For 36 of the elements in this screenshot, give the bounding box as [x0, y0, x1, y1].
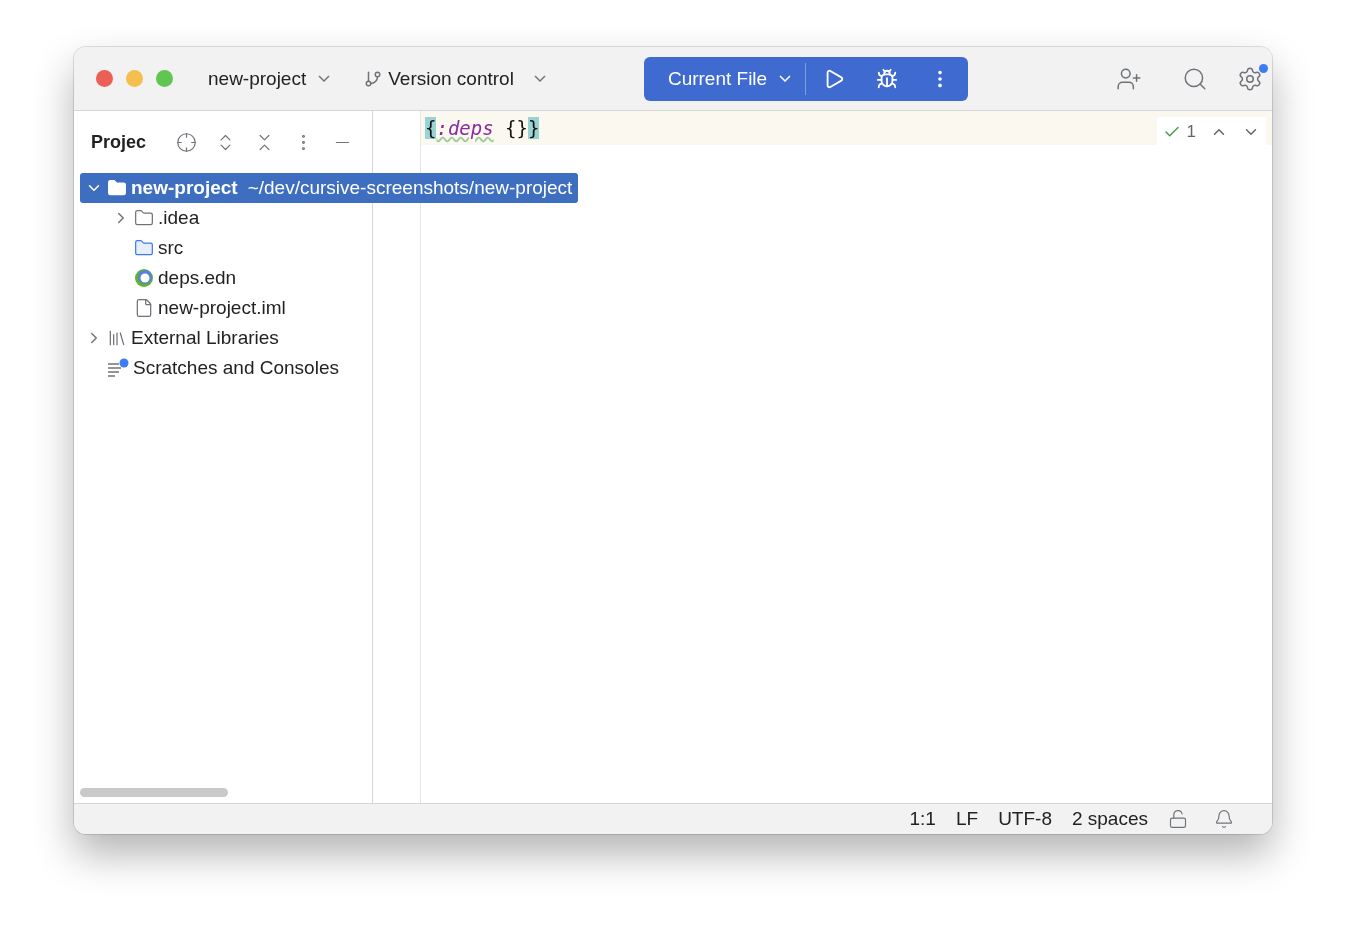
tree-item[interactable]: Scratches and Consoles [80, 353, 345, 383]
chevron-icon [533, 75, 546, 82]
close-button[interactable] [96, 70, 113, 87]
code-token: {} [504, 117, 528, 139]
status-item[interactable]: UTF-8 [998, 808, 1052, 830]
status-item[interactable]: 2 spaces [1071, 808, 1148, 830]
notifications-icon[interactable] [1214, 809, 1234, 829]
lock-icon[interactable] [1168, 809, 1188, 829]
tree-item[interactable]: deps.edn [107, 263, 243, 293]
project-dropdown[interactable]: new-project [200, 63, 339, 94]
scratches-icon [107, 358, 129, 378]
chevron-icon [318, 75, 331, 82]
run-config-dropdown[interactable]: Current File [643, 62, 807, 95]
code-token: :deps [436, 117, 494, 139]
code-token: { [425, 117, 437, 139]
folder-icon [107, 178, 127, 198]
file-icon [134, 298, 154, 318]
scrollbar[interactable] [80, 788, 228, 797]
folder-icon [134, 208, 154, 228]
library-icon [107, 328, 127, 348]
inspection-widget[interactable]: 1 [1156, 117, 1266, 147]
vcs-dropdown[interactable]: Version control [356, 63, 554, 94]
folder-icon [134, 238, 154, 258]
status-item[interactable]: 1:1 [909, 808, 936, 830]
tree-item[interactable]: External Libraries [80, 323, 285, 353]
tree-item[interactable]: src [107, 233, 190, 263]
status-item[interactable]: LF [955, 808, 979, 830]
inspection-count: 1 [1186, 122, 1196, 142]
panel-title: Projec [91, 131, 148, 153]
tree-item[interactable]: .idea [107, 203, 206, 233]
branch-icon [364, 69, 383, 88]
tree-item[interactable]: new-project.iml [107, 293, 292, 323]
chevron-icon [779, 75, 792, 82]
code-token: } [528, 117, 540, 139]
clojure-logo-icon [134, 268, 154, 288]
tree-item[interactable]: new-project ~/dev/cursive-screenshots/new-project [80, 173, 579, 203]
